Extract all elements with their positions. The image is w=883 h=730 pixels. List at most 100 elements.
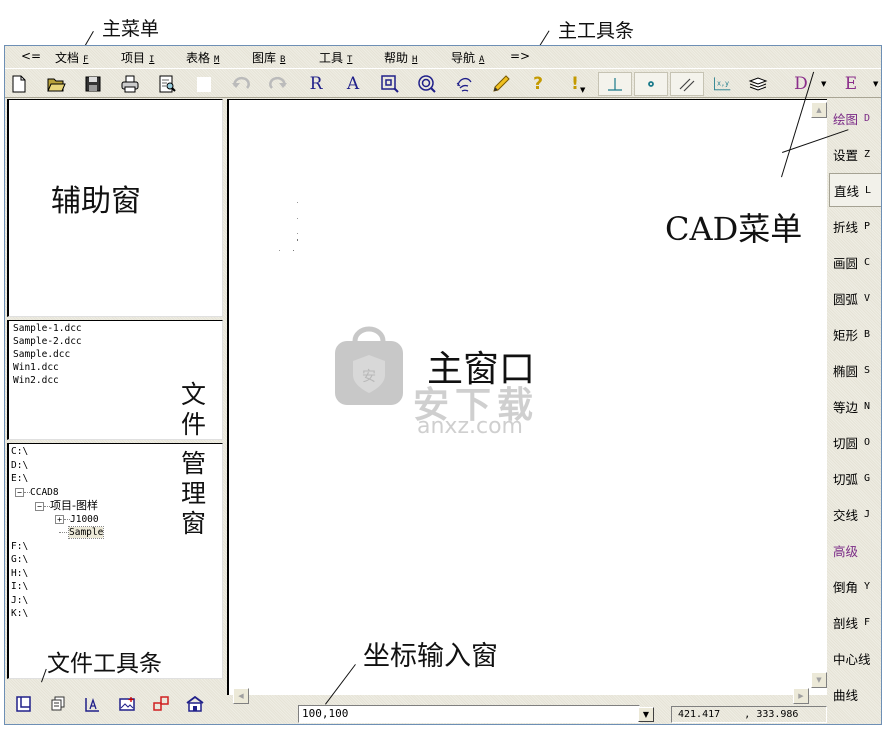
point-snap-toggle[interactable] (634, 72, 668, 96)
menu-label: 项目 (121, 51, 146, 65)
annotation-file-manager-2: 件 (181, 410, 207, 439)
pan-button[interactable] (452, 72, 476, 96)
pencil-button[interactable] (489, 72, 513, 96)
blank-button[interactable] (192, 72, 216, 96)
cad-menu-item[interactable]: 高级 (829, 533, 881, 567)
tree-drive[interactable]: J:\ (11, 594, 222, 608)
expand-icon[interactable]: + (55, 514, 64, 524)
tree-drive[interactable]: F:\ (11, 540, 222, 554)
undo-icon (232, 76, 250, 89)
cad-menu-label: 直线 (834, 183, 860, 199)
menu-accel: T (347, 55, 353, 65)
help-button[interactable]: ? (526, 72, 550, 96)
cad-menu-item[interactable]: 等边 N (829, 389, 881, 423)
tree-drive[interactable]: G:\ (11, 553, 222, 567)
scroll-down-button[interactable]: ▼ (811, 672, 827, 688)
menu-table[interactable]: 表格 M (186, 49, 219, 66)
cad-menu-item[interactable]: 曲线 (829, 677, 881, 711)
coordinate-bar: 100,100 ▼ 421.417 , 333.986 (5, 704, 881, 726)
menu-tools[interactable]: 工具 T (319, 49, 352, 66)
annotation-coord-input: 坐标输入窗 (363, 641, 498, 672)
open-button[interactable] (44, 72, 68, 96)
cad-menu-item[interactable]: 剖线 F (829, 605, 881, 639)
cad-menu-item[interactable]: 倒角 Y (829, 569, 881, 603)
collapse-icon[interactable]: − (35, 502, 44, 511)
cad-menu-label: 绘图 (833, 111, 859, 127)
menu-document[interactable]: 文档 F (55, 49, 88, 66)
cad-menu-item[interactable]: 交线 J (829, 497, 881, 531)
cad-menu-e-dropdown-icon[interactable]: ▼ (873, 80, 878, 88)
file-item[interactable]: Sample.dcc (9, 348, 222, 361)
layers-button[interactable] (746, 72, 770, 96)
cad-menu-item[interactable]: 椭圆 S (829, 353, 881, 387)
cad-menu-key: P (864, 220, 871, 232)
main-toolbar: R A ? ! ▼ x,y D ▼ E ▼ (5, 68, 881, 98)
file-item[interactable]: Win1.dcc (9, 361, 222, 374)
cad-menu-key: J (864, 508, 871, 520)
cad-menu-item[interactable]: 折线 P (829, 209, 881, 243)
cad-menu-item[interactable]: 切圆 O (829, 425, 881, 459)
menu-forward[interactable]: => (510, 49, 530, 63)
menu-library[interactable]: 图库 B (252, 49, 285, 66)
cad-menu-item[interactable]: 绘图 D (829, 101, 881, 135)
menu-accel: F (83, 55, 89, 65)
menu-project[interactable]: 项目 I (121, 49, 154, 66)
cad-menu-label: 中心线 (833, 651, 871, 667)
collapse-icon[interactable]: − (15, 487, 24, 497)
print-button[interactable] (118, 72, 142, 96)
menu-help[interactable]: 帮助 H (384, 49, 417, 66)
cad-menu-d-dropdown-icon[interactable]: ▼ (821, 80, 826, 88)
cad-menu-item[interactable]: 中心线 (829, 641, 881, 675)
redraw-button[interactable]: R (304, 72, 328, 96)
menu-navigate[interactable]: 导航 A (451, 49, 484, 66)
tree-drive[interactable]: H:\ (11, 567, 222, 581)
undo-button[interactable] (229, 72, 253, 96)
xy-coord-button[interactable]: x,y (708, 72, 736, 96)
redo-button[interactable] (266, 72, 290, 96)
scroll-left-button[interactable]: ◀ (233, 688, 249, 704)
parallel-snap-toggle[interactable] (670, 72, 704, 96)
file-item[interactable]: Sample-1.dcc (9, 322, 222, 335)
pan-hand-icon (456, 77, 472, 92)
coord-separator (720, 709, 744, 720)
cad-menu-item[interactable]: 切弧 G (829, 461, 881, 495)
vertical-scrollbar[interactable]: ▲ ▼ (811, 100, 827, 688)
cad-menu-item[interactable]: 矩形 B (829, 317, 881, 351)
print-preview-button[interactable] (155, 72, 179, 96)
cad-menu-item[interactable]: 画圆 C (829, 245, 881, 279)
cad-menu-key: N (864, 400, 871, 412)
cad-menu-item[interactable]: 设置 Z (829, 137, 881, 171)
cad-menu-item[interactable]: 圆弧 V (829, 281, 881, 315)
menu-back[interactable]: <= (21, 49, 41, 63)
cad-menu-label: 切弧 (833, 471, 859, 487)
perpendicular-snap-toggle[interactable] (598, 72, 632, 96)
coordinate-dropdown-button[interactable]: ▼ (638, 707, 654, 722)
cad-menu-label: 画圆 (833, 255, 859, 271)
open-folder-icon (47, 78, 66, 92)
zoom-window-button[interactable] (378, 72, 402, 96)
blank-icon (197, 77, 211, 92)
cad-menu-e-button[interactable]: E ▼ (839, 72, 879, 96)
menu-accel: B (280, 55, 286, 65)
text-button[interactable]: A (341, 72, 365, 96)
cad-menu-item[interactable]: 直线 L (829, 173, 881, 207)
cad-menu-key: Z (864, 148, 871, 160)
file-item[interactable]: Sample-2.dcc (9, 335, 222, 348)
cad-menu-label: 交线 (833, 507, 859, 523)
point-snap-icon (648, 81, 654, 87)
coordinate-input[interactable]: 100,100 (298, 705, 640, 723)
new-file-button[interactable] (7, 72, 31, 96)
zoom-button[interactable] (415, 72, 439, 96)
horizontal-scrollbar[interactable]: ◀ ▶ (227, 688, 811, 704)
cad-menu-label: 矩形 (833, 327, 859, 343)
print-preview-icon (159, 75, 176, 93)
tree-drive[interactable]: K:\ (11, 607, 222, 621)
scroll-right-button[interactable]: ▶ (793, 688, 809, 704)
watermark-url: anxz.com (417, 414, 523, 439)
cad-menu-key: Y (864, 580, 871, 592)
alert-button[interactable]: ! ▼ (563, 72, 587, 96)
tree-drive[interactable]: I:\ (11, 580, 222, 594)
scroll-up-button[interactable]: ▲ (811, 102, 827, 118)
save-button[interactable] (81, 72, 105, 96)
help-icon: ? (533, 74, 543, 94)
